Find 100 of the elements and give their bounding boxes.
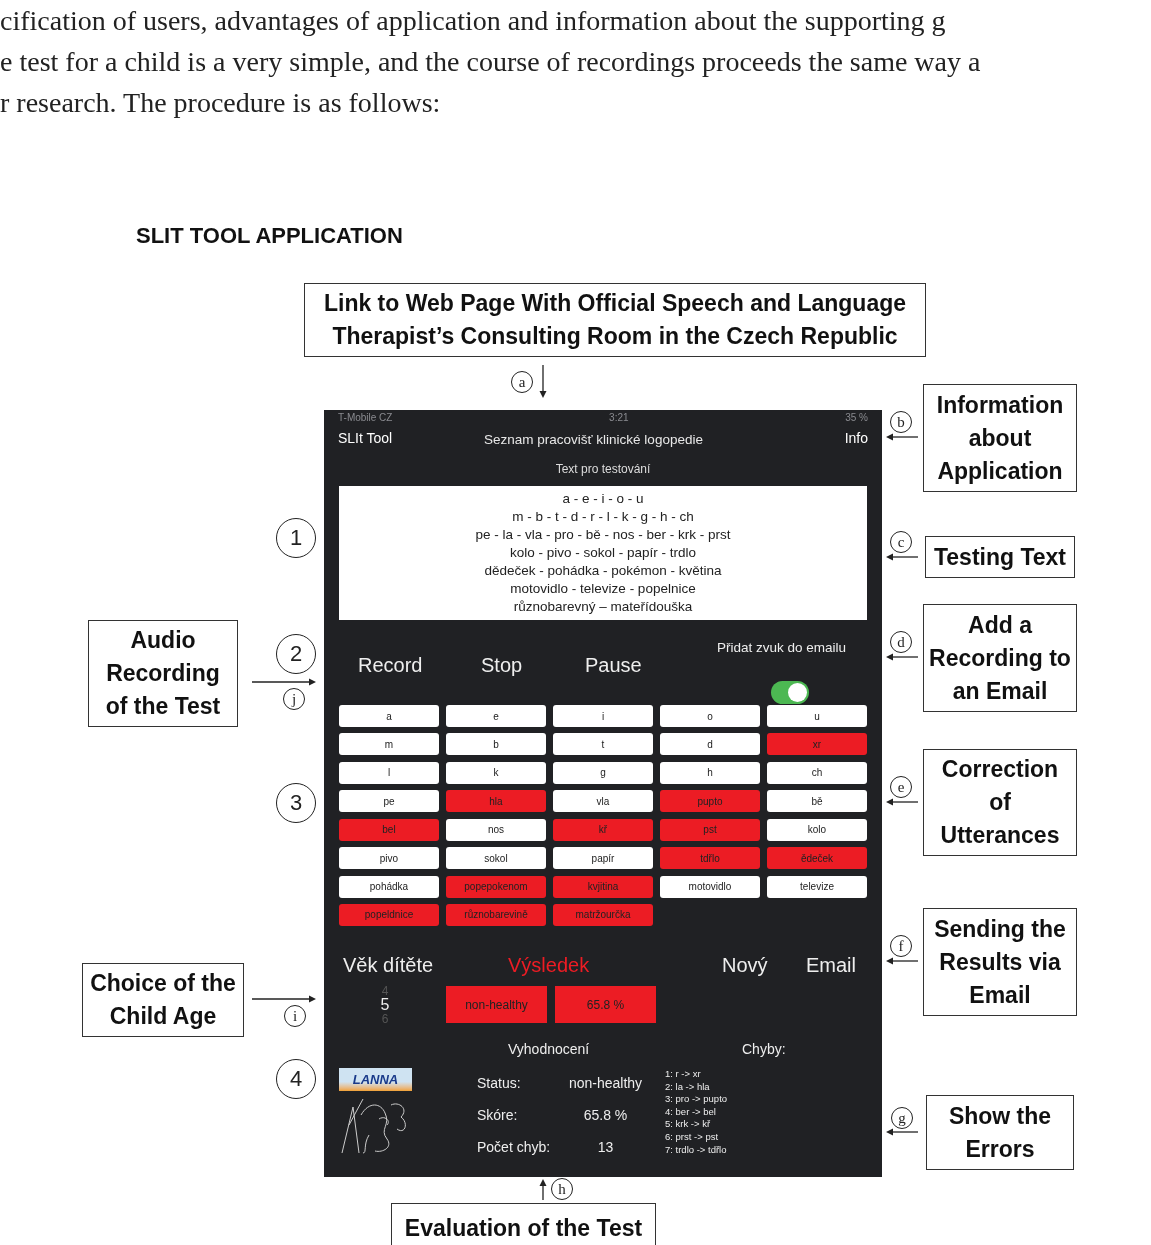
utterance-button[interactable]: sokol: [446, 847, 546, 870]
clinics-link[interactable]: Seznam pracovišť klinické logopedie: [484, 430, 703, 451]
utterance-button[interactable]: popeldnice: [339, 903, 439, 926]
error-item: 5: krk -> kř: [665, 1118, 712, 1131]
callout-marker: c: [890, 531, 912, 553]
record-control-button[interactable]: Record: [358, 650, 423, 680]
callout-marker: j: [283, 688, 305, 710]
callout-box: Correction of Utterances: [923, 749, 1077, 856]
evaluation-label: Počet chyb:: [477, 1137, 552, 1157]
utterance-button[interactable]: pe: [339, 790, 439, 813]
callout-box: Evaluation of the Test: [391, 1203, 656, 1245]
info-button[interactable]: Info: [844, 427, 868, 449]
utterance-button[interactable]: o: [660, 705, 760, 727]
result-field: non-healthy: [446, 986, 547, 1023]
utterance-button[interactable]: a: [339, 705, 439, 727]
utterance-button[interactable]: pivo: [339, 847, 439, 870]
utterance-button[interactable]: papír: [553, 847, 653, 870]
utterance-button[interactable]: popepokenom: [446, 875, 546, 898]
result-field: 65.8 %: [555, 986, 656, 1023]
utterance-button[interactable]: motovidlo: [660, 875, 760, 898]
evaluation-label: Status:: [477, 1073, 522, 1093]
callout-arrow: [251, 678, 316, 686]
utterance-button[interactable]: bel: [339, 818, 439, 841]
callout-marker: d: [890, 631, 912, 653]
callout-marker: a: [511, 371, 533, 393]
step-number: 3: [276, 783, 316, 823]
utterance-button[interactable]: g: [553, 761, 653, 784]
utterance-button[interactable]: tdřlo: [660, 847, 760, 870]
callout-arrow: [251, 995, 316, 1003]
step-number: 4: [276, 1059, 316, 1099]
utterance-button[interactable]: xr: [767, 733, 867, 756]
utterance-button[interactable]: vla: [553, 790, 653, 813]
callout-marker: b: [890, 411, 912, 433]
callout-arrow: [886, 653, 919, 661]
callout-marker: e: [890, 776, 912, 798]
utterance-button[interactable]: pohádka: [339, 875, 439, 898]
error-item: 2: la -> hla: [665, 1080, 711, 1094]
body-text: r research. The procedure is as follows:: [0, 86, 442, 120]
email-toggle[interactable]: [771, 681, 809, 704]
battery-label: 35 %: [845, 411, 868, 425]
callout-arrow: [539, 364, 547, 398]
app-title: SLIt Tool: [338, 428, 393, 448]
clock-label: 3:21: [609, 411, 629, 425]
testing-text-line: pe - la - vla - pro - bě - nos - ber - krk - prst: [475, 526, 731, 544]
utterance-button[interactable]: pupto: [660, 790, 760, 813]
utterance-button[interactable]: k: [446, 761, 546, 784]
utterance-button[interactable]: l: [339, 761, 439, 784]
evaluation-value: 13: [596, 1137, 615, 1157]
callout-marker: i: [284, 1005, 306, 1027]
callout-arrow: [886, 553, 919, 561]
evaluation-heading: Vyhodnocení: [508, 1040, 590, 1059]
testing-text-line: m - b - t - d - r - l - k - g - h - ch: [512, 508, 694, 526]
email-button[interactable]: Email: [806, 950, 856, 980]
utterance-button[interactable]: m: [339, 733, 439, 756]
record-control-button[interactable]: Pause: [585, 650, 642, 680]
utterance-button[interactable]: kvjitina: [553, 875, 653, 898]
step-number: 1: [276, 518, 316, 558]
callout-arrow: [886, 1128, 919, 1136]
age-option[interactable]: 5: [380, 996, 390, 1013]
error-item: 3: pro -> pupto: [665, 1093, 728, 1106]
utterance-button[interactable]: hla: [446, 790, 546, 813]
utterance-button[interactable]: pst: [660, 818, 760, 841]
carrier-label: T-Mobile CZ: [338, 411, 393, 425]
utterance-button[interactable]: nos: [446, 818, 546, 841]
callout-marker: f: [890, 935, 912, 957]
utterance-button[interactable]: ědeček: [767, 847, 867, 870]
testing-text-line: motovidlo - televize - popelnice: [510, 580, 696, 598]
utterance-button[interactable]: e: [446, 705, 546, 727]
callout-box: Show the Errors: [926, 1095, 1074, 1170]
utterance-button[interactable]: matržourčka: [553, 903, 653, 926]
body-text: cification of users, advantages of application and information about the supporting g: [0, 4, 947, 38]
utterance-button[interactable]: d: [660, 733, 760, 756]
utterance-button[interactable]: různobarevině: [446, 903, 546, 926]
utterance-button[interactable]: kř: [553, 818, 653, 841]
age-label: Věk dítěte: [343, 953, 434, 978]
callout-arrow: [886, 433, 919, 441]
utterance-button[interactable]: bě: [767, 790, 867, 813]
utterance-button[interactable]: u: [767, 705, 867, 727]
errors-heading: Chyby:: [742, 1040, 786, 1059]
new-button[interactable]: Nový: [722, 950, 768, 980]
utterance-button[interactable]: i: [553, 705, 653, 727]
callout-arrow: [886, 798, 919, 806]
callout-box: Sending the Results via Email: [923, 908, 1077, 1016]
sponsor-logo: LANNA: [339, 1068, 412, 1091]
callout-box: Add a Recording to an Email: [923, 604, 1077, 712]
error-item: 6: prst -> pst: [665, 1130, 720, 1144]
utterance-button[interactable]: televize: [767, 875, 867, 898]
result-button[interactable]: Výsledek: [508, 950, 590, 980]
utterance-button[interactable]: kolo: [767, 818, 867, 841]
testing-text-line: kolo - pivo - sokol - papír - trdlo: [509, 544, 697, 562]
callout-box: Information about Application: [923, 384, 1077, 492]
record-control-button[interactable]: Stop: [481, 650, 523, 680]
utterance-button[interactable]: h: [660, 761, 760, 784]
utterance-button[interactable]: t: [553, 733, 653, 756]
testing-text-line: dědeček - pohádka - pokémon - květina: [484, 562, 722, 580]
testing-text-line: různobarevný – mateřídouška: [513, 598, 693, 616]
figure-title: SLIT TOOL APPLICATION: [136, 222, 403, 250]
utterance-button[interactable]: ch: [767, 761, 867, 784]
evaluation-value: 65.8 %: [582, 1105, 629, 1125]
utterance-button[interactable]: b: [446, 733, 546, 756]
